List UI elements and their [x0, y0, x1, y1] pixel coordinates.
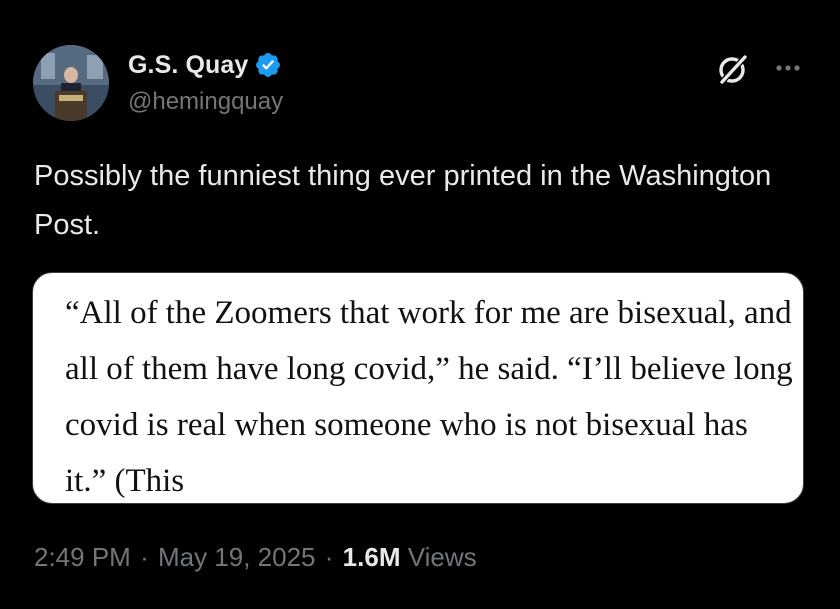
views-label: Views — [407, 542, 477, 572]
verified-badge-icon[interactable] — [254, 51, 282, 79]
author-display-name[interactable]: G.S. Quay — [128, 51, 248, 80]
avatar-image — [33, 45, 109, 121]
tweet-image[interactable]: “All of the Zoomers that work for me are… — [32, 272, 804, 504]
tweet-metadata: 2:49 PM · May 19, 2025 · 1.6M Views — [34, 542, 477, 573]
avatar[interactable] — [33, 45, 109, 121]
article-excerpt-text: “All of the Zoomers that work for me are… — [65, 295, 793, 499]
tweet-date[interactable]: May 19, 2025 — [158, 542, 316, 572]
tweet-time[interactable]: 2:49 PM — [34, 542, 131, 572]
meta-separator: · — [324, 542, 334, 572]
views-count[interactable]: 1.6M — [343, 542, 401, 572]
meta-separator: · — [140, 542, 149, 572]
more-icon — [776, 65, 800, 71]
grok-icon[interactable] — [716, 52, 750, 86]
tweet-text: Possibly the funniest thing ever printed… — [34, 160, 772, 241]
author-handle[interactable]: @hemingquay — [128, 88, 283, 116]
author-name-row[interactable]: G.S. Quay — [128, 48, 282, 82]
more-button[interactable] — [768, 54, 808, 82]
